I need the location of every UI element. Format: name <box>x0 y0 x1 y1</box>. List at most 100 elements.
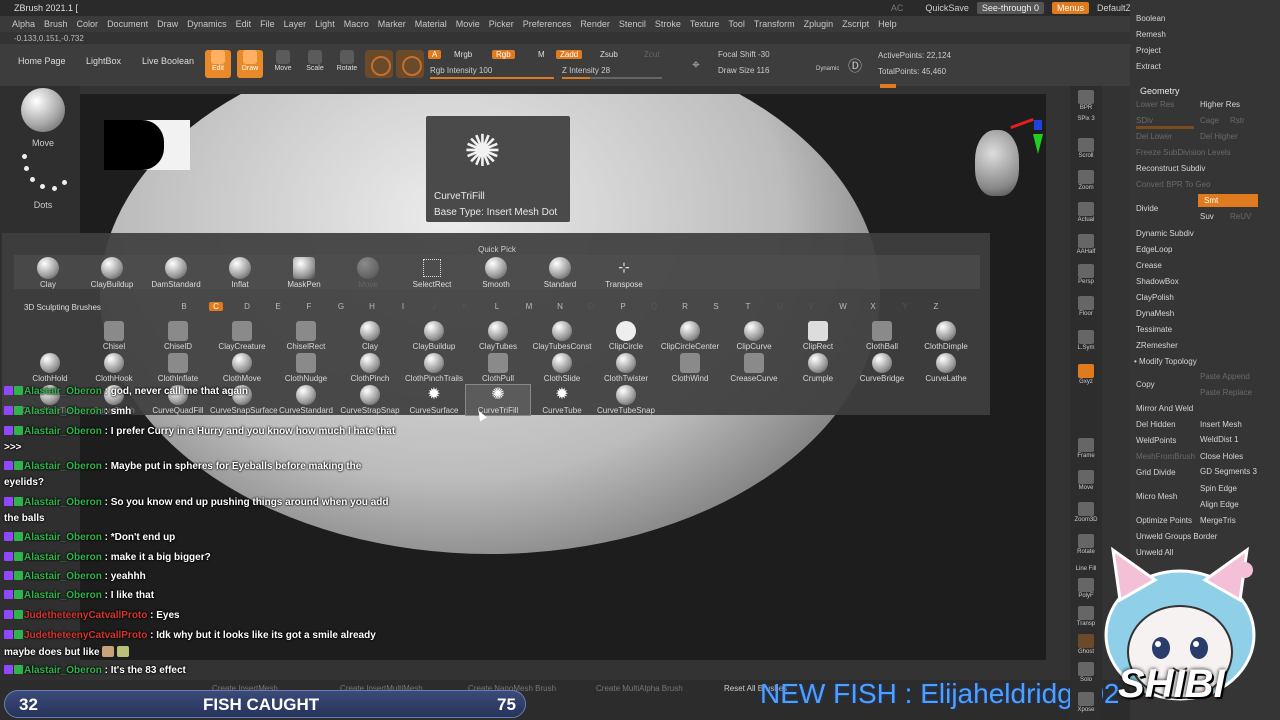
menu-texture[interactable]: Texture <box>690 19 720 29</box>
filter-letter-t[interactable]: T <box>741 302 755 311</box>
floor-button[interactable]: Floor <box>1072 296 1100 317</box>
brush-clothslide[interactable]: ClothSlide <box>530 353 594 383</box>
create-multialpha-brush-button[interactable]: Create MultiAlpha Brush <box>596 684 683 693</box>
quick-pick-move[interactable]: Move <box>336 257 400 289</box>
mesh-from-brush-button[interactable]: MeshFromBrush <box>1136 452 1195 461</box>
menu-macro[interactable]: Macro <box>344 19 369 29</box>
menu-render[interactable]: Render <box>580 19 610 29</box>
quick-pick-inflat[interactable]: Inflat <box>208 257 272 289</box>
material-swatch-button[interactable] <box>365 50 393 78</box>
menu-alpha[interactable]: Alpha <box>12 19 35 29</box>
del-hidden-button[interactable]: Del Hidden <box>1136 420 1176 429</box>
brush-claytubes[interactable]: ClayTubes <box>466 321 530 351</box>
brush-clothpinch[interactable]: ClothPinch <box>338 353 402 383</box>
filter-letter-l[interactable]: L <box>490 302 504 311</box>
live-boolean-button[interactable]: Live Boolean <box>142 56 194 66</box>
del-lower-button[interactable]: Del Lower <box>1136 132 1172 141</box>
filter-letter-p[interactable]: P <box>616 302 630 311</box>
smt-toggle[interactable]: Smt <box>1198 194 1258 207</box>
filter-letter-n[interactable]: N <box>553 302 567 311</box>
filter-letter-k[interactable]: K <box>458 302 472 311</box>
menu-material[interactable]: Material <box>415 19 447 29</box>
higher-res-button[interactable]: Higher Res <box>1200 100 1240 109</box>
filter-letter-d[interactable]: D <box>240 302 254 311</box>
brush-curvetrifill[interactable]: ✺ CurveTriFill <box>465 384 531 416</box>
menu-light[interactable]: Light <box>315 19 335 29</box>
quick-pick-clay[interactable]: Clay <box>16 257 80 289</box>
filter-letter-j[interactable]: J <box>427 302 441 311</box>
quicksave-button[interactable]: QuickSave <box>925 3 969 13</box>
home-page-button[interactable]: Home Page <box>18 56 66 66</box>
menu-help[interactable]: Help <box>878 19 897 29</box>
quick-pick-damstandard[interactable]: DamStandard <box>144 257 208 289</box>
brush-clothball[interactable]: ClothBall <box>850 321 914 351</box>
grid-divide-button[interactable]: Grid Divide <box>1136 468 1176 477</box>
zcut-toggle[interactable]: Zcut <box>640 50 664 59</box>
focal-shift-slider[interactable]: Focal Shift -30 <box>718 50 770 59</box>
filter-letter-m[interactable]: M <box>522 302 536 311</box>
zoom3d-button[interactable]: Zoom3D <box>1072 502 1100 523</box>
filter-letter-o[interactable]: O <box>584 302 598 311</box>
copy-button[interactable]: Copy <box>1136 380 1155 389</box>
quick-pick-claybuildup[interactable]: ClayBuildup <box>80 257 144 289</box>
micro-mesh-button[interactable]: Micro Mesh <box>1136 492 1177 501</box>
freeze-subdivision-levels-button[interactable]: Freeze SubDivision Levels <box>1136 148 1231 157</box>
brush-claycreature[interactable]: ClayCreature <box>210 321 274 351</box>
claypolish-subpalette[interactable]: ClayPolish <box>1136 293 1174 302</box>
zremesher-subpalette[interactable]: ZRemesher <box>1136 341 1178 350</box>
filter-letter-c[interactable]: C <box>209 302 223 311</box>
rstr-button[interactable]: Rstr <box>1230 116 1245 125</box>
move-mode-button[interactable]: Move <box>270 50 296 78</box>
menu-draw[interactable]: Draw <box>157 19 178 29</box>
menu-brush[interactable]: Brush <box>44 19 68 29</box>
brush-cliprect[interactable]: ClipRect <box>786 321 850 351</box>
brush-curvetubesnap[interactable]: CurveTubeSnap <box>594 385 658 415</box>
menu-stroke[interactable]: Stroke <box>655 19 681 29</box>
xyz-rotate-button[interactable]: Gxyz <box>1072 364 1100 385</box>
filter-letter-u[interactable]: U <box>773 302 787 311</box>
brush-creasecurve[interactable]: CreaseCurve <box>722 353 786 383</box>
crease-subpalette[interactable]: Crease <box>1136 261 1162 270</box>
brush-clothpull[interactable]: ClothPull <box>466 353 530 383</box>
divide-button[interactable]: Divide <box>1136 204 1158 213</box>
brush-clothinflate[interactable]: ClothInflate <box>146 353 210 383</box>
scale-mode-button[interactable]: Scale <box>302 50 328 78</box>
lightbox-button[interactable]: LightBox <box>86 56 121 66</box>
del-higher-button[interactable]: Del Higher <box>1200 132 1238 141</box>
reuv-toggle[interactable]: ReUV <box>1230 212 1251 221</box>
filter-letter-h[interactable]: H <box>365 302 379 311</box>
filter-letter-s[interactable]: S <box>709 302 723 311</box>
brush-crumple[interactable]: Crumple <box>786 353 850 383</box>
actual-button[interactable]: Actual <box>1072 202 1100 223</box>
brush-clothhold[interactable]: ClothHold <box>18 353 82 383</box>
menu-color[interactable]: Color <box>77 19 99 29</box>
z-intensity-slider[interactable]: Z Intensity 28 <box>562 66 610 75</box>
frame-button[interactable]: Frame <box>1072 438 1100 459</box>
zoom-button[interactable]: Zoom <box>1072 170 1100 191</box>
convert-bpr-to-geo-button[interactable]: Convert BPR To Geo <box>1136 180 1211 189</box>
navigation-head-icon[interactable] <box>975 130 1019 196</box>
brush-clothhook[interactable]: ClothHook <box>82 353 146 383</box>
brush-clothmove[interactable]: ClothMove <box>210 353 274 383</box>
local-symmetry-button[interactable]: L.Sym <box>1072 330 1100 351</box>
edgeloop-subpalette[interactable]: EdgeLoop <box>1136 245 1172 254</box>
rgb-toggle[interactable]: Rgb <box>492 50 515 59</box>
spin-edge-button[interactable]: Spin Edge <box>1200 484 1237 493</box>
menu-preferences[interactable]: Preferences <box>523 19 572 29</box>
menu-marker[interactable]: Marker <box>378 19 406 29</box>
weld-dist-slider[interactable]: WeldDist 1 <box>1200 435 1239 444</box>
current-brush-button[interactable]: Move <box>14 88 72 148</box>
menu-file[interactable]: File <box>260 19 275 29</box>
dynamic-toggle[interactable]: Dynamic <box>816 66 839 72</box>
quick-pick-selectrect[interactable]: SelectRect <box>400 257 464 289</box>
menu-document[interactable]: Document <box>107 19 148 29</box>
aahalf-button[interactable]: AAHalf <box>1072 234 1100 255</box>
shadowbox-subpalette[interactable]: ShadowBox <box>1136 277 1179 286</box>
paste-replace-button[interactable]: Paste Replace <box>1200 388 1252 397</box>
extract-subpalette[interactable]: Extract <box>1136 62 1161 71</box>
filter-letter-e[interactable]: E <box>271 302 285 311</box>
filter-letter-r[interactable]: R <box>678 302 692 311</box>
m-toggle[interactable]: M <box>534 50 549 59</box>
sdiv-slider[interactable]: SDiv <box>1136 116 1153 125</box>
brush-clothnudge[interactable]: ClothNudge <box>274 353 338 383</box>
